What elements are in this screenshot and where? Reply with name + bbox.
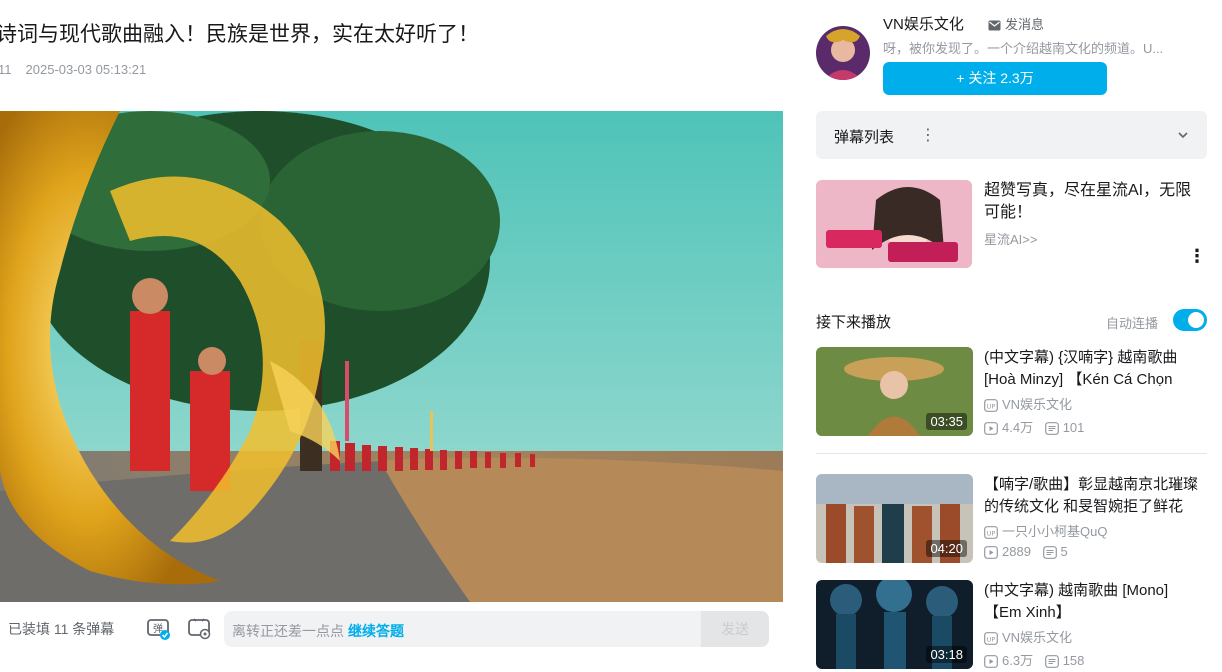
recommendation-item[interactable]: 04:20 【喃字/歌曲】彰显越南京北璀璨的传统文化 和旻智婉拒了鲜花 UP 一只… (816, 474, 1207, 566)
video-player[interactable] (0, 111, 783, 602)
uploader-name[interactable]: VN娱乐文化 (883, 13, 964, 34)
video-duration: 04:20 (926, 540, 967, 557)
up-badge-icon: UP (984, 526, 998, 539)
uploader-description: 呀，被你发现了。一个介绍越南文化的频道。U... (883, 41, 1164, 56)
send-message-button[interactable]: 发消息 (988, 14, 1044, 33)
divider (816, 453, 1207, 454)
danmaku-count: 158 (1062, 653, 1085, 668)
svg-text:UP: UP (987, 403, 996, 411)
autoplay-toggle-knob (1188, 312, 1204, 328)
recommendation-uploader-name: VN娱乐文化 (1002, 397, 1073, 412)
danmaku-toggle-icon[interactable]: 弹 (145, 615, 171, 641)
chevron-down-icon[interactable] (1177, 128, 1189, 146)
recommendation-stats: 2889 5 (984, 544, 1068, 559)
recommendation-stats: 4.4万 101 (984, 417, 1084, 436)
svg-text:UP: UP (987, 530, 996, 538)
danmaku-loaded-text: 已装填 11 条弹幕 (8, 621, 115, 637)
up-badge-icon: UP (984, 399, 998, 412)
video-title: 诗词与现代歌曲融入！民族是世界，实在太好听了！ (0, 23, 479, 46)
continue-quiz-link[interactable]: 继续答题 (348, 623, 404, 639)
video-meta: 11 2025-03-03 05:13:21 (0, 62, 160, 77)
recommendation-uploader-name: 一只小小柯基QuQ (1002, 524, 1108, 539)
danmaku-count-icon (1042, 546, 1057, 559)
recommendation-thumbnail[interactable]: 03:18 (816, 580, 973, 669)
view-count: 6.3万 (1002, 653, 1034, 668)
recommendation-stats: 6.3万 158 (984, 650, 1084, 669)
play-count-icon (984, 655, 998, 668)
send-danmaku-button[interactable]: 发送 (701, 611, 769, 647)
recommendation-item[interactable]: 03:35 (中文字幕) {汉喃字} 越南歌曲 [Hoà Minzy] 【Kén… (816, 347, 1207, 439)
recommendation-uploader[interactable]: UP VN娱乐文化 (984, 394, 1072, 413)
danmaku-count: 101 (1062, 420, 1085, 435)
view-count: 2889 (1002, 544, 1031, 559)
recommendation-thumbnail[interactable]: 03:35 (816, 347, 973, 436)
danmaku-placeholder-text: 离转正还差一点点 (232, 623, 344, 639)
play-count-icon (984, 546, 998, 559)
danmaku-count: 5 (1060, 544, 1068, 559)
recommendation-uploader[interactable]: UP VN娱乐文化 (984, 627, 1072, 646)
publish-time: 2025-03-03 05:13:21 (25, 62, 147, 77)
recommendation-thumbnail[interactable]: 04:20 (816, 474, 973, 563)
follow-button[interactable]: + 关注 2.3万 (883, 62, 1107, 95)
recommendation-title[interactable]: (中文字幕) 越南歌曲 [Mono] 【Em Xinh】 (984, 580, 1206, 624)
video-duration: 03:35 (926, 413, 967, 430)
more-options-icon[interactable]: ⋮ (920, 125, 936, 145)
recommendation-title[interactable]: 【喃字/歌曲】彰显越南京北璀璨的传统文化 和旻智婉拒了鲜花 (984, 474, 1206, 518)
play-count-icon (984, 422, 998, 435)
up-badge-icon: UP (984, 632, 998, 645)
danmaku-input[interactable]: 离转正还差一点点 继续答题 发送 (224, 611, 769, 647)
video-frame (0, 111, 783, 602)
danmaku-bar: 已装填 11 条弹幕 弹 离转正还差一点点 继续答题 发送 (0, 602, 783, 654)
recommendation-uploader-name: VN娱乐文化 (1002, 630, 1073, 645)
mail-icon (988, 20, 1001, 31)
autoplay-toggle[interactable] (1173, 309, 1207, 331)
view-count: 4.4万 (1002, 420, 1034, 435)
autoplay-label: 自动连播 (1106, 316, 1159, 331)
danmaku-count-icon (1044, 422, 1059, 435)
video-duration: 03:18 (926, 646, 967, 663)
danmaku-settings-icon[interactable] (186, 615, 212, 641)
uploader-avatar[interactable] (816, 26, 870, 80)
danmaku-input-placeholder: 离转正还差一点点 继续答题 (232, 621, 404, 641)
svg-text:UP: UP (987, 636, 996, 644)
ad-title[interactable]: 超赞写真，尽在星流AI，无限可能！ (984, 180, 1206, 224)
recommendation-item[interactable]: 03:18 (中文字幕) 越南歌曲 [Mono] 【Em Xinh】 UP VN娱… (816, 580, 1207, 672)
recommendation-title[interactable]: (中文字幕) {汉喃字} 越南歌曲 [Hoà Minzy] 【Kén Cá Ch… (984, 347, 1206, 391)
danmaku-list-label: 弹幕列表 (834, 129, 895, 146)
send-message-label: 发消息 (1005, 17, 1045, 32)
ad-source-link[interactable]: 星流AI>> (984, 229, 1037, 248)
recommendation-uploader[interactable]: UP 一只小小柯基QuQ (984, 521, 1107, 540)
danmaku-count-icon (1044, 655, 1059, 668)
ad-thumbnail[interactable] (816, 180, 972, 268)
ad-more-options-icon[interactable]: ⋮ (1188, 246, 1206, 267)
up-next-label: 接下来播放 (816, 314, 892, 331)
danmaku-count-meta: 11 (0, 62, 12, 77)
danmaku-list-panel[interactable]: 弹幕列表 ⋮ (816, 111, 1207, 159)
